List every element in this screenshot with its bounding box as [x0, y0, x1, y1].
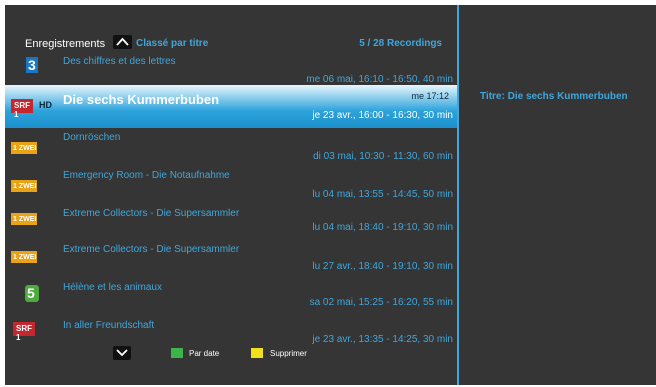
recording-date: me 06 mai, 16:10 - 16:50, 40 min: [306, 74, 453, 85]
recording-title: Hélène et les animaux: [63, 282, 162, 293]
tv3-logo-icon: 3: [26, 57, 38, 73]
panel-divider: [457, 5, 459, 385]
recording-title: Des chiffres et des lettres: [63, 56, 176, 67]
recording-row[interactable]: 5 Hélène et les animaux sa 02 mai, 15:25…: [5, 279, 457, 317]
recording-title: Emergency Room - Die Notaufnahme: [63, 170, 230, 181]
recording-row[interactable]: 1 ZWEI Extreme Collectors - Die Supersam…: [5, 241, 457, 279]
green-key-icon: [171, 348, 183, 358]
recording-date: lu 04 mai, 18:40 - 19:10, 30 min: [312, 222, 453, 233]
france5-logo-icon: 5: [25, 285, 39, 302]
recording-count: 5 / 28 Recordings: [359, 38, 442, 49]
chevron-down-icon: [116, 349, 128, 357]
recording-date: je 23 avr., 13:35 - 14:25, 30 min: [312, 334, 453, 345]
hd-badge-icon: HD: [39, 100, 52, 110]
recording-title: Die sechs Kummerbuben: [63, 92, 220, 107]
recording-date: lu 04 mai, 13:55 - 14:45, 50 min: [312, 189, 453, 200]
zwei-logo-icon: 1 ZWEI: [11, 180, 37, 192]
detail-title: Titre: Die sechs Kummerbuben: [480, 91, 628, 102]
yellow-key-icon: [251, 348, 263, 358]
recording-row[interactable]: 1 ZWEI Extreme Collectors - Die Supersam…: [5, 205, 457, 243]
scroll-down-button[interactable]: [113, 346, 131, 360]
chevron-up-icon: [116, 37, 129, 46]
recordings-screen: Enregistrements Classé par titre 5 / 28 …: [5, 5, 656, 385]
recording-date: sa 02 mai, 15:25 - 16:20, 55 min: [309, 297, 453, 308]
recording-title: In aller Freundschaft: [63, 320, 155, 331]
delete-button[interactable]: Supprimer: [270, 349, 307, 358]
sort-label: Classé par titre: [136, 38, 209, 49]
recording-title: Extreme Collectors - Die Supersammler: [63, 244, 240, 255]
srf1-hd-logo-icon: SRF 1: [11, 99, 33, 119]
zwei-logo-icon: 1 ZWEI: [11, 142, 37, 154]
zwei-logo-icon: 1 ZWEI: [11, 251, 37, 263]
recording-title: Extreme Collectors - Die Supersammler: [63, 208, 240, 219]
page-title: Enregistrements: [25, 38, 106, 50]
recording-row[interactable]: SRF 1 In aller Freundschaft je 23 avr., …: [5, 317, 457, 355]
recording-row[interactable]: 1 ZWEI Emergency Room - Die Notaufnahme …: [5, 167, 457, 205]
current-time: me 17:12: [411, 91, 449, 101]
sort-up-button[interactable]: [113, 35, 132, 49]
sort-by-date-button[interactable]: Par date: [189, 349, 219, 358]
recording-date: je 23 avr., 16:00 - 16:30, 30 min: [312, 110, 453, 121]
recording-title: Dornröschen: [63, 132, 121, 143]
recording-row-selected[interactable]: SRF 1 HD Die sechs Kummerbuben me 17:12 …: [5, 85, 457, 128]
zwei-logo-icon: 1 ZWEI: [11, 213, 37, 225]
srf1-logo-icon: SRF 1: [13, 322, 35, 342]
recording-date: di 03 mai, 10:30 - 11:30, 60 min: [313, 151, 453, 162]
recording-row[interactable]: 1 ZWEI Dornröschen di 03 mai, 10:30 - 11…: [5, 129, 457, 167]
recording-date: lu 27 avr., 18:40 - 19:10, 30 min: [312, 261, 453, 272]
